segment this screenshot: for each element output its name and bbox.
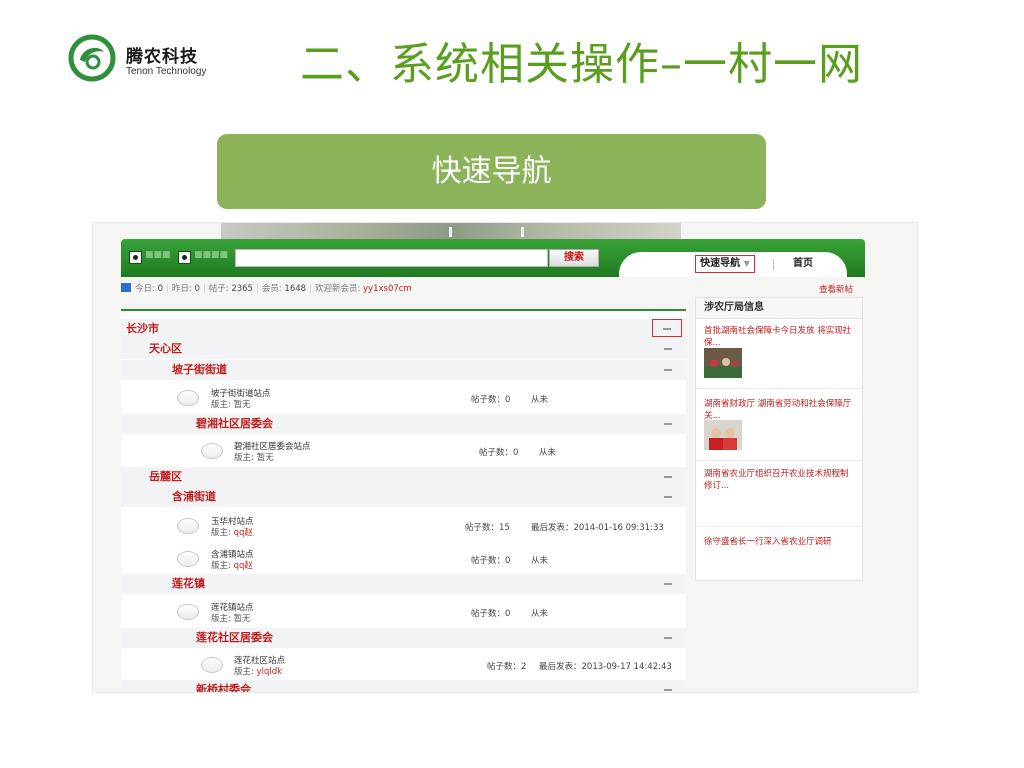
collapse-icon[interactable]: [664, 476, 672, 478]
top-nav-bar: ■■■ ■■■■ 搜索 快速导航 ▼ 首页: [121, 239, 865, 277]
divider: [696, 526, 862, 527]
category-row[interactable]: 莲花社区居委会: [121, 628, 686, 648]
board-row[interactable]: 莲花社区站点 版主: ylqldk 帖子数：2 最后发表：2013-09-17 …: [121, 648, 686, 680]
collapse-icon[interactable]: [664, 637, 672, 639]
last-post: 从未: [539, 448, 557, 458]
last-post: 从未: [531, 395, 549, 405]
forum-screenshot: ■■■ ■■■■ 搜索 快速导航 ▼ 首页 今日: 0 | 昨日: 0 | 帖子: 23…: [92, 222, 918, 693]
category-row[interactable]: 坡子街街道: [121, 360, 686, 380]
road-marking: [449, 227, 452, 237]
sidebar-news: 涉农厅局信息 首批湖南社会保障卡今日发放 将实现社保... 湖南省财政厅 湖南省…: [695, 297, 863, 581]
last-post: 从未: [531, 609, 549, 619]
logo-name-en: Tenon Technology: [126, 66, 207, 77]
news-thumbnail[interactable]: [704, 420, 742, 450]
category-row[interactable]: 天心区: [121, 339, 686, 359]
radio-label-faint: ■■■: [145, 250, 171, 260]
collapse-icon[interactable]: [664, 583, 672, 585]
search-input[interactable]: [235, 249, 548, 267]
moderator: 暂无: [233, 614, 251, 624]
forum-stats: 今日: 0 | 昨日: 0 | 帖子: 2365 | 会员: 1648 | 欢迎新会员: yy1…: [121, 283, 412, 295]
moderator[interactable]: ylqldk: [257, 667, 282, 677]
section-banner: 快速导航: [217, 134, 766, 209]
leaf-logo-icon: [68, 34, 116, 82]
news-link[interactable]: 首批湖南社会保障卡今日发放 将实现社保...: [704, 325, 856, 349]
post-count: 帖子数：0: [471, 609, 511, 619]
last-post: 从未: [531, 556, 549, 566]
collapse-icon[interactable]: [664, 423, 672, 425]
new-member-link[interactable]: yy1xs07cm: [363, 284, 412, 294]
collapse-icon[interactable]: [664, 369, 672, 371]
speech-bubble-icon: [201, 443, 223, 459]
road-marking: [521, 227, 524, 237]
board-row[interactable]: 含浦镇站点 版主: qq赵 帖子数：0 从未: [121, 542, 686, 574]
speech-bubble-icon: [201, 657, 223, 673]
collapse-icon[interactable]: [664, 689, 672, 691]
board-row[interactable]: 玉华村站点 版主: qq赵 帖子数：15 最后发表：2014-01-16 09:…: [121, 509, 686, 541]
moderator: 暂无: [256, 453, 274, 463]
home-tab[interactable]: 首页: [793, 255, 813, 273]
category-row[interactable]: 岳麓区: [121, 467, 686, 487]
category-row[interactable]: 含浦街道: [121, 487, 686, 507]
forum-board-list: 长沙市 天心区 坡子街街道 坡子街街道站点 版主: 暂无 帖子数：0 从未 碧湘…: [121, 309, 686, 692]
collapse-icon[interactable]: [652, 319, 682, 337]
stats-chart-icon: [121, 283, 131, 292]
last-post: 最后发表：2014-01-16 09:31:33: [531, 523, 664, 533]
moderator[interactable]: qq赵: [234, 528, 253, 538]
news-link[interactable]: 湖南省财政厅 湖南省劳动和社会保障厅关...: [704, 398, 856, 422]
view-new-posts-link[interactable]: 查看新帖: [819, 283, 853, 295]
slide-title: 二、系统相关操作–一村一网: [300, 39, 863, 90]
collapse-icon[interactable]: [664, 496, 672, 498]
category-row[interactable]: 长沙市: [121, 319, 686, 339]
speech-bubble-icon: [177, 390, 199, 406]
board-row[interactable]: 坡子街街道站点 版主: 暂无 帖子数：0 从未: [121, 381, 686, 413]
logo-name-cn: 腾农科技: [126, 47, 198, 67]
speech-bubble-icon: [177, 604, 199, 620]
news-link[interactable]: 徐守盛省长一行深入省农业厅调研: [704, 536, 856, 548]
last-post: 最后发表：2013-09-17 14:42:43: [539, 662, 672, 672]
post-count: 帖子数：15: [465, 523, 510, 533]
quick-nav-label: 快速导航: [700, 258, 741, 269]
divider: [696, 460, 862, 461]
quick-nav-tab[interactable]: 快速导航 ▼: [695, 255, 755, 273]
tab-divider: [773, 259, 774, 270]
post-count: 帖子数：2: [487, 662, 527, 672]
radio-label-faint: ■■■■: [194, 250, 229, 260]
speech-bubble-icon: [177, 551, 199, 567]
news-link[interactable]: 湖南省农业厅组织召开农业技术规程制修订...: [704, 468, 856, 492]
speech-bubble-icon: [177, 518, 199, 534]
radio-button[interactable]: [129, 251, 142, 264]
collapse-icon[interactable]: [664, 348, 672, 350]
post-count: 帖子数：0: [471, 556, 511, 566]
sidebar-title: 涉农厅局信息: [696, 298, 862, 319]
moderator: 暂无: [233, 400, 251, 410]
moderator[interactable]: qq赵: [234, 561, 253, 571]
company-logo: 腾农科技 Tenon Technology: [68, 34, 218, 86]
board-row[interactable]: 莲花镇站点 版主: 暂无 帖子数：0 从未: [121, 595, 686, 627]
category-row[interactable]: 莲花镇: [121, 574, 686, 594]
search-button[interactable]: 搜索: [549, 249, 599, 267]
category-row[interactable]: 碧湘社区居委会: [121, 414, 686, 434]
radio-button[interactable]: [178, 251, 191, 264]
chevron-down-icon: ▼: [743, 259, 750, 268]
divider: [696, 388, 862, 389]
category-row[interactable]: 新桥村委会: [121, 680, 686, 692]
news-thumbnail[interactable]: [704, 348, 742, 378]
post-count: 帖子数：0: [479, 448, 519, 458]
board-row[interactable]: 碧湘社区居委会站点 版主: 暂无 帖子数：0 从未: [121, 434, 686, 466]
post-count: 帖子数：0: [471, 395, 511, 405]
